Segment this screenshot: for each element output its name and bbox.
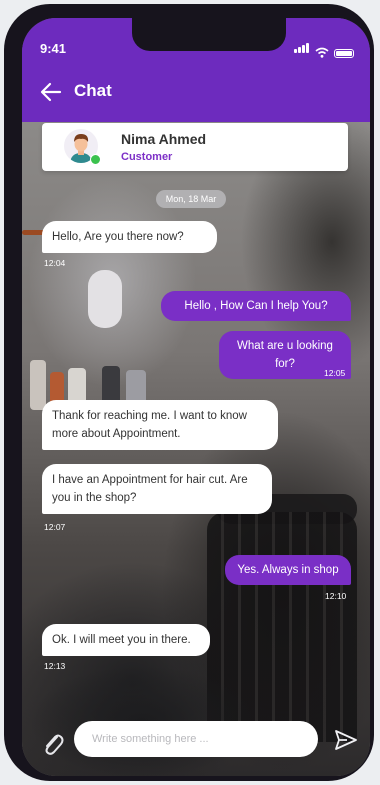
signal-icon [294, 40, 310, 58]
message-outgoing: Hello , How Can I help You? [161, 291, 351, 321]
page-title: Chat [74, 81, 112, 100]
message-incoming: I have an Appointment for hair cut. Are … [42, 464, 272, 514]
contact-name: Nima Ahmed [121, 131, 207, 147]
message-input[interactable] [74, 721, 318, 757]
message-timestamp: 12:07 [44, 522, 66, 532]
arrow-left-icon[interactable] [40, 81, 62, 103]
message-incoming: Ok. I will meet you in there. [42, 624, 210, 656]
wifi-icon [315, 47, 329, 58]
notch [132, 18, 286, 51]
status-time: 9:41 [40, 41, 67, 56]
message-outgoing: Yes. Always in shop [225, 555, 351, 585]
online-status-dot [90, 154, 101, 165]
phone-screen: 9:41 Chat Nima Ahmed Customer Mon, 18 Ma… [22, 18, 370, 776]
phone-frame: 9:41 Chat Nima Ahmed Customer Mon, 18 Ma… [4, 4, 374, 781]
paperclip-icon[interactable] [42, 731, 64, 757]
battery-icon [334, 49, 354, 58]
message-incoming: Hello, Are you there now? [42, 221, 217, 253]
contact-role: Customer [121, 151, 173, 163]
message-timestamp: 12:13 [44, 661, 66, 671]
status-icons [294, 40, 354, 58]
message-incoming: Thank for reaching me. I want to know mo… [42, 400, 278, 450]
date-divider: Mon, 18 Mar [156, 190, 226, 208]
message-timestamp: 12:04 [44, 258, 66, 268]
contact-card[interactable]: Nima Ahmed Customer [42, 123, 348, 171]
message-timestamp: 12:10 [325, 591, 347, 601]
hair-dryer [88, 270, 122, 328]
send-icon[interactable] [334, 729, 358, 751]
message-timestamp: 12:05 [324, 368, 346, 378]
bottle [30, 360, 46, 410]
jacket-shape [22, 662, 282, 776]
